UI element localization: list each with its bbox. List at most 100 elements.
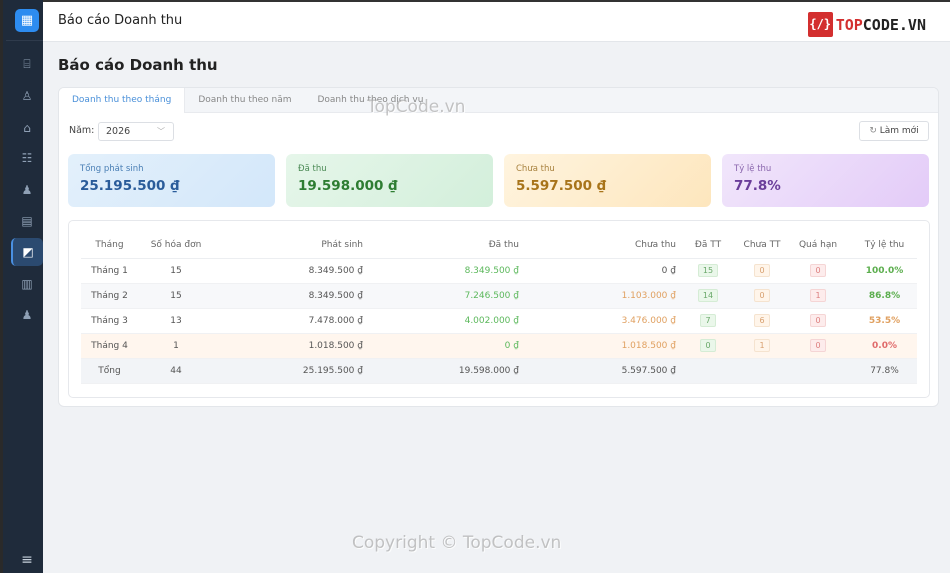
chevron-down-icon: ﹀ [157,127,165,136]
cell-issued: 8.349.500 ₫ [214,258,363,284]
cell-issued: 1.018.500 ₫ [214,333,363,359]
cell-invoice-count: 15 [138,258,214,284]
table-row: Tháng 1 15 8.349.500 ₫ 8.349.500 ₫ 0 ₫ 1… [81,258,917,284]
refresh-button[interactable]: ↻ Làm mới [859,121,929,141]
stat-label: Tỷ lệ thu [734,164,772,174]
stat-rate: Tỷ lệ thu 77.8% [722,154,929,207]
stat-total: Tổng phát sinh 25.195.500 ₫ [68,154,275,207]
paid-badge: 0 [700,339,716,352]
paid-badge: 15 [697,264,719,277]
watermark: TopCode.vn [367,97,466,117]
table-total-row: Tổng 44 25.195.500 ₫ 19.598.000 ₫ 5.597.500 … [81,358,917,384]
year-label: Năm: [69,125,95,136]
table-row: Tháng 3 13 7.478.000 ₫ 4.002.000 ₫ 3.476… [81,308,917,334]
overdue-badge: 0 [810,339,826,352]
cell-invoice-count: 15 [138,283,214,309]
total-cell: Tổng [81,358,138,384]
stat-label: Đã thu [298,164,327,174]
cell-invoice-count: 1 [138,333,214,359]
col-header: Tháng [81,232,138,259]
total-cell: 5.597.500 ₫ [519,358,676,384]
table-container: Tháng Số hóa đơn Phát sinh Đã thu Chưa t… [68,220,930,398]
document-icon[interactable]: ▤ [11,207,43,235]
overdue-badge: 0 [810,264,826,277]
report-card: Doanh thu theo tháng Doanh thu theo năm … [58,87,939,407]
refresh-label: Làm mới [879,126,919,136]
tab-yearly[interactable]: Doanh thu theo năm [185,88,304,112]
stat-value: 25.195.500 ₫ [80,178,180,194]
header: Báo cáo Doanh thu {/} TOP CODE .VN [43,0,950,42]
total-cell: 19.598.000 ₫ [363,358,519,384]
topcode-logo-icon: {/} [807,12,833,37]
sidebar: ▦ ⌸ ♙ ⌂ ☷ ♟ ▤ ◩ ▥ ♟ ≡ [0,0,46,573]
year-value: 2026 [106,126,131,137]
table-row: Tháng 2 15 8.349.500 ₫ 7.246.500 ₫ 1.103… [81,283,917,309]
overdue-badge: 0 [810,314,826,327]
cell-collected: 0 ₫ [363,333,519,359]
stat-value: 5.597.500 ₫ [516,178,607,194]
home-icon[interactable]: ⌂ [11,114,43,142]
refresh-icon: ↻ [869,126,877,136]
total-cell: 25.195.500 ₫ [214,358,363,384]
brand-logo: {/} TOP CODE .VN [807,12,926,37]
cell-issued: 7.478.000 ₫ [214,308,363,334]
cell-collected: 7.246.500 ₫ [363,283,519,309]
stat-label: Chưa thu [516,164,555,174]
col-header: Đã thu [363,232,519,259]
total-cell: 77.8% [852,358,917,384]
brand-prefix: TOP [835,15,863,34]
paid-badge: 7 [700,314,716,327]
unpaid-badge: 0 [754,289,770,302]
header-title: Báo cáo Doanh thu [58,13,183,28]
stat-label: Tổng phát sinh [80,164,144,174]
total-cell: 44 [138,358,214,384]
cell-month: Tháng 3 [81,308,138,334]
revenue-table: Tháng Số hóa đơn Phát sinh Đã thu Chưa t… [81,232,917,384]
col-header: Tỷ lệ thu [852,232,917,259]
cell-month: Tháng 1 [81,258,138,284]
cell-uncollected: 0 ₫ [519,258,676,284]
divider [6,40,46,41]
cell-month: Tháng 4 [81,333,138,359]
total-cell [676,358,740,384]
brand-dot: .VN [898,15,926,34]
stat-uncollected: Chưa thu 5.597.500 ₫ [504,154,711,207]
checklist-icon[interactable]: ☷ [11,144,43,172]
cell-rate: 86.8% [852,283,917,309]
col-header: Phát sinh [214,232,363,259]
cell-uncollected: 1.018.500 ₫ [519,333,676,359]
cell-rate: 53.5% [852,308,917,334]
menu-icon[interactable]: ≡ [11,548,43,572]
cell-collected: 8.349.500 ₫ [363,258,519,284]
tab-monthly[interactable]: Doanh thu theo tháng [59,88,186,113]
stat-collected: Đã thu 19.598.000 ₫ [286,154,493,207]
stat-value: 77.8% [734,178,781,194]
tabs: Doanh thu theo tháng Doanh thu theo năm … [59,88,938,113]
overdue-badge: 1 [810,289,826,302]
cell-collected: 4.002.000 ₫ [363,308,519,334]
user-icon[interactable]: ♟ [11,176,43,204]
cell-month: Tháng 2 [81,283,138,309]
stat-value: 19.598.000 ₫ [298,178,398,194]
ledger-icon[interactable]: ▥ [11,270,43,298]
col-header: Chưa thu [519,232,676,259]
table-row: Tháng 4 1 1.018.500 ₫ 0 ₫ 1.018.500 ₫ 0 … [81,333,917,359]
page-title: Báo cáo Doanh thu [58,56,218,74]
presentation-chart-icon[interactable]: ⌸ [11,50,43,78]
paid-badge: 14 [697,289,719,302]
building-icon[interactable]: ▦ [15,9,39,32]
cell-invoice-count: 13 [138,308,214,334]
user-outline-icon[interactable]: ♙ [11,82,43,110]
col-header: Chưa TT [740,232,784,259]
unpaid-badge: 6 [754,314,770,327]
user-icon[interactable]: ♟ [11,301,43,329]
watermark-copyright: Copyright © TopCode.vn [352,533,562,553]
cell-uncollected: 3.476.000 ₫ [519,308,676,334]
unpaid-badge: 1 [754,339,770,352]
cell-rate: 0.0% [852,333,917,359]
cell-rate: 100.0% [852,258,917,284]
year-select[interactable]: 2026 ﹀ [98,122,174,141]
brand-suffix: CODE [862,15,899,34]
chart-icon[interactable]: ◩ [11,238,43,266]
cell-issued: 8.349.500 ₫ [214,283,363,309]
